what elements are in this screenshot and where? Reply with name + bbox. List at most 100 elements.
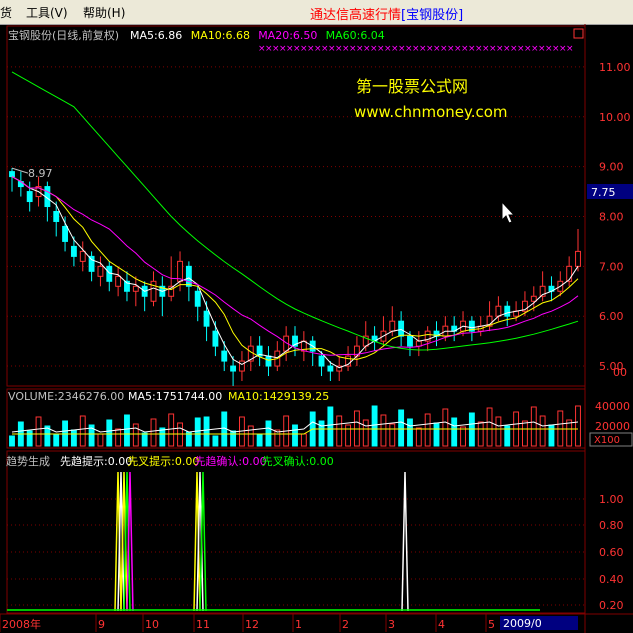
indicator-label-1: 先趋提示:0.00 <box>60 455 132 468</box>
volume-bar <box>495 416 502 447</box>
candle-body <box>504 305 511 317</box>
candle-body <box>53 211 60 222</box>
current-price-label: 7.75 <box>591 186 616 199</box>
indicator-panel-frame <box>6 450 586 614</box>
candle-body <box>230 365 237 372</box>
indicator-tick-label: 0.80 <box>599 519 624 532</box>
ma-value-2: MA20:6.50 <box>258 29 317 42</box>
date-tick-label: 2 <box>342 618 349 631</box>
volume-bar <box>398 409 405 447</box>
volume-bar <box>292 424 298 447</box>
price-panel-frame <box>6 25 586 387</box>
volume-bar <box>256 434 263 447</box>
volume-bar <box>460 426 466 447</box>
menu-item-file[interactable]: 货 <box>0 4 12 21</box>
volume-bar <box>106 419 113 447</box>
volume-bar <box>486 407 493 447</box>
candle-body <box>212 330 219 347</box>
volume-bar <box>79 415 86 447</box>
date-tick-label: 9 <box>98 618 105 631</box>
volume-bar <box>35 416 42 447</box>
volume-tick-label: 40000 <box>595 400 630 413</box>
candle-body <box>79 250 86 262</box>
date-tick-label: 11 <box>196 618 210 631</box>
candle-body <box>132 285 139 292</box>
current-date-label: 2009/0 <box>503 617 542 630</box>
volume-bar <box>407 418 413 447</box>
volume-bar <box>9 435 15 447</box>
menu-bar: 货 工具(V) 帮助(H) 通达信高速行情[宝钢股份] <box>0 0 633 25</box>
app-title: 通达信高速行情[宝钢股份] <box>310 4 463 23</box>
price-tick-label: 10.00 <box>599 111 631 124</box>
panel-toggle-icon[interactable] <box>573 28 584 39</box>
volume-bar <box>575 405 581 447</box>
indicator-label-3: 先趋确认:0.00 <box>194 455 266 468</box>
volume-bar <box>53 434 60 447</box>
candle-body <box>407 335 413 347</box>
volume-bar <box>539 415 546 447</box>
candle-body <box>70 245 77 257</box>
menu-item-help[interactable]: 帮助(H) <box>83 4 125 21</box>
volume-bar <box>389 423 396 447</box>
volume-bar <box>132 423 139 447</box>
volume-bar <box>345 424 351 447</box>
volume-bar <box>371 405 378 447</box>
volume-bar <box>97 433 104 447</box>
volume-bar <box>159 427 166 447</box>
volume-bar <box>477 421 484 447</box>
watermark-title: 第一股票公式网 <box>356 77 468 96</box>
price-tick-label: 9.00 <box>599 161 624 174</box>
volume-bar <box>433 422 440 447</box>
indicator-tick-label: 1.00 <box>599 493 624 506</box>
volume-bar <box>141 432 148 447</box>
candle-body <box>318 355 325 367</box>
candle-body <box>327 365 334 372</box>
volume-bar <box>168 413 175 447</box>
indicator-label-0: 趋势生成 <box>6 454 50 468</box>
indicator-spike <box>401 471 409 612</box>
indicator-tick-label: 0.20 <box>599 599 624 612</box>
candle-body <box>495 305 502 317</box>
volume-bar <box>380 414 387 447</box>
price-tick-label: 8.00 <box>599 210 624 223</box>
ma-value-3: MA60:6.04 <box>326 29 385 42</box>
volume-bar <box>362 419 369 447</box>
date-tick-label: 1 <box>295 618 302 631</box>
signal-cross: × <box>566 44 574 54</box>
mouse-cursor-icon <box>501 200 516 224</box>
candle-body <box>575 250 581 267</box>
ma-value-1: MA10:6.68 <box>191 29 250 42</box>
date-tick-label: 2008年 <box>2 617 41 631</box>
volume-bar <box>212 435 219 447</box>
volume-bar <box>442 408 449 447</box>
volume-bar <box>548 424 555 447</box>
volume-bar <box>300 433 307 447</box>
candle-body <box>389 320 396 332</box>
menu-item-tools[interactable]: 工具(V) <box>26 4 68 21</box>
candle-body <box>26 191 33 203</box>
candle-body <box>398 320 405 337</box>
app-title-text: 通达信高速行情 <box>310 8 402 23</box>
volume-bar <box>230 430 237 447</box>
volume-bar <box>327 406 334 447</box>
volume-bar <box>194 417 201 447</box>
volume-bar <box>566 419 573 447</box>
stock-chart[interactable]: 11.0010.009.008.007.006.005.00007.758.97… <box>0 24 633 633</box>
ma-value-0: MA5:6.86 <box>130 29 182 42</box>
volume-bar <box>415 427 422 447</box>
candle-body <box>62 225 68 242</box>
date-tick-label: 12 <box>245 618 259 631</box>
candle-body <box>415 340 422 347</box>
volume-bar <box>522 420 528 447</box>
volume-unit: X100 <box>594 435 620 446</box>
price-tick-label: 00 <box>613 366 627 379</box>
volume-label: VOLUME:2346276.00 <box>8 390 124 403</box>
candle-body <box>150 280 157 302</box>
volume-bar <box>150 418 157 447</box>
candle-body <box>239 360 245 372</box>
volume-tick-label: 20000 <box>595 420 630 433</box>
date-tick-label: 10 <box>145 618 159 631</box>
volume-bar <box>70 429 77 447</box>
candle-body <box>97 265 104 277</box>
indicator-label-4: 先叉确认:0.00 <box>262 455 334 468</box>
